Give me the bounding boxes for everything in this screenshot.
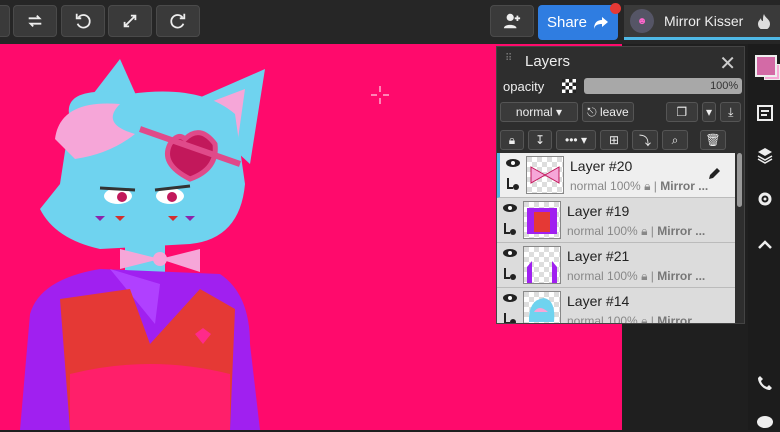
layer-thumbnail [523,291,561,323]
layer-item[interactable]: Layer #14 normal 100% 🔒︎ | Mirror ... [497,288,735,323]
chevron-up-icon[interactable] [756,236,774,254]
opacity-value: 100% [710,80,739,92]
clip-eye-icon[interactable] [503,222,517,236]
undo-button[interactable] [61,5,105,37]
layer-meta: normal 100% 🔒︎ | Mirror ... [567,269,706,283]
share-arrow-icon [594,16,609,29]
blend-row: normal ▾ ⎋ leave ❐ ▾ ⤓ [497,99,744,125]
right-sidebar [748,44,780,430]
search-layer-button[interactable]: ⌕ [662,130,688,150]
move-down-button[interactable]: ↧ [528,130,552,150]
blend-mode-select[interactable]: normal ▾ [500,102,578,122]
layer-list-scrollbar[interactable] [737,153,742,207]
close-icon[interactable]: ✕ [719,51,736,76]
layer-meta: normal 100% 🔒︎ | Mirror ... [567,314,706,323]
fullscreen-icon [123,14,137,28]
new-layer-button[interactable]: ⊞ [600,130,628,150]
layers-panel: ⠿ Layers ✕ opacity 100% normal ▾ ⎋ leave… [496,46,745,324]
swap-button[interactable] [13,5,57,37]
flame-icon [758,14,771,29]
more-options-button[interactable]: ••• ▾ [556,130,596,150]
layer-thumbnail [526,156,564,194]
user-chip[interactable]: ☻ Mirror Kisser [624,5,780,40]
undo-icon [75,13,91,29]
layer-thumbnail [523,201,561,239]
layer-meta: normal 100% 🔒︎ | Mirror ... [570,179,709,193]
redo-button[interactable] [156,5,200,37]
pencil-icon [709,168,720,179]
duplicate-options-button[interactable]: ▾ [701,102,717,122]
delete-layer-button[interactable]: 🗑︎ [700,130,726,150]
opacity-row: opacity 100% [497,75,744,97]
notification-dot [610,3,621,14]
layer-name: Layer #20 [570,158,633,174]
reference-icon[interactable] [756,104,774,122]
eye-icon[interactable] [503,203,517,213]
layer-name: Layer #14 [567,293,630,309]
clip-eye-icon[interactable] [503,267,517,281]
layer-meta: normal 100% 🔒︎ | Mirror ... [567,224,706,238]
chat-icon[interactable] [756,414,774,432]
layers-panel-header[interactable]: ⠿ Layers [497,47,744,75]
import-layer-button[interactable]: ⤵ [632,130,658,150]
redo-icon [170,13,186,29]
eye-icon[interactable] [503,248,517,258]
share-label: Share [546,14,588,31]
drag-handle-icon[interactable]: ⠿ [505,54,515,66]
phone-icon[interactable] [756,374,774,392]
clip-eye-icon[interactable] [503,312,517,323]
leave-button[interactable]: ⎋ leave [581,102,634,122]
opacity-label: opacity [503,78,545,94]
clip-eye-icon[interactable] [506,177,520,191]
merge-layer-button[interactable]: ⤓ [720,102,741,122]
layer-name: Layer #19 [567,203,630,219]
leave-label: leave [599,105,629,119]
layers-icon[interactable] [756,146,774,164]
layer-thumbnail [523,246,561,284]
blend-mode-value: normal [515,105,553,119]
add-user-button[interactable] [490,5,534,37]
add-user-icon [503,13,521,29]
share-button[interactable]: Share [538,5,618,40]
alpha-lock-icon[interactable] [562,79,577,93]
primary-color-swatch[interactable] [755,55,777,77]
gear-icon[interactable] [756,190,774,208]
layers-panel-title: Layers [525,52,571,70]
crosshair-cursor-icon [371,86,389,104]
swap-icon [28,14,42,28]
user-name: Mirror Kisser [664,13,744,29]
layer-item[interactable]: Layer #19 normal 100% 🔒︎ | Mirror ... [497,198,735,243]
eye-icon[interactable] [506,158,520,168]
layer-name: Layer #21 [567,248,630,264]
avatar: ☻ [630,9,654,33]
layer-list: Layer #20 normal 100% 🔒︎ | Mirror ... La… [497,153,735,323]
layer-actions-row: 🔒︎ ↧ ••• ▾ ⊞ ⤵ ⌕ 🗑︎ [497,127,744,153]
layer-item[interactable]: Layer #20 normal 100% 🔒︎ | Mirror ... [497,153,735,198]
toolbar-button-left[interactable] [0,5,10,37]
duplicate-layer-button[interactable]: ❐ [665,102,698,122]
opacity-slider[interactable]: 100% [584,78,743,94]
fullscreen-button[interactable] [108,5,152,37]
layer-item[interactable]: Layer #21 normal 100% 🔒︎ | Mirror ... [497,243,735,288]
eye-icon[interactable] [503,293,517,303]
lock-layer-button[interactable]: 🔒︎ [500,130,524,150]
top-toolbar: Share ☻ Mirror Kisser [0,0,780,44]
